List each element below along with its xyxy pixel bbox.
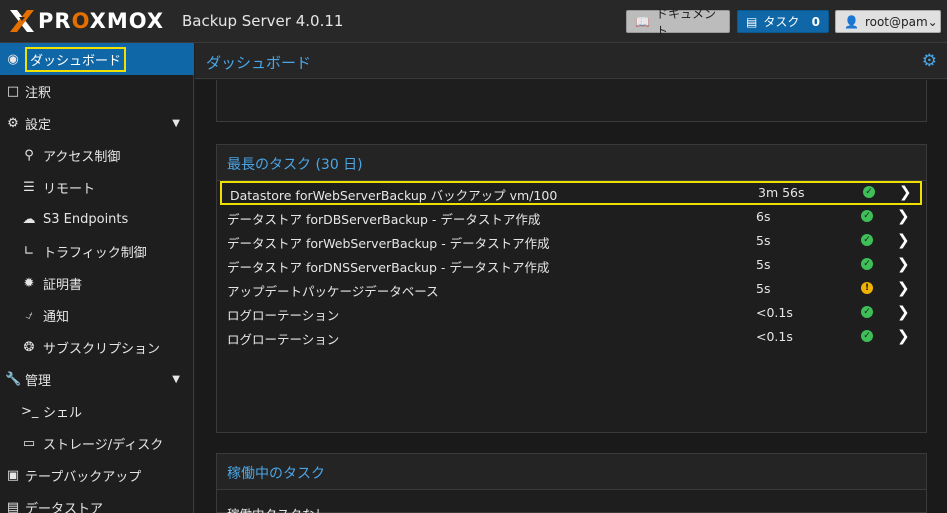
user-icon: 👤: [844, 14, 859, 29]
task-name: データストア forDBServerBackup - データストア作成: [227, 212, 541, 227]
chevron-right-icon[interactable]: ❯: [897, 255, 910, 273]
task-duration: 5s: [756, 257, 771, 272]
top-bar: PROXMOX Backup Server 4.0.11 📖 ドキュメント ▤ …: [0, 0, 947, 43]
cloud-upload-icon: ☁: [22, 211, 36, 227]
check-circle-icon: ✓: [861, 258, 873, 270]
task-duration: <0.1s: [756, 305, 793, 320]
empty-message: 稼働中タスクなし: [227, 504, 327, 513]
server-icon: ☰: [23, 179, 35, 195]
tasks-count-badge: 0: [811, 14, 820, 29]
sidebar-item-access-control[interactable]: ⚲ アクセス制御: [0, 139, 194, 171]
sidebar-item-shell[interactable]: >_ シェル: [0, 395, 194, 427]
tasks-button[interactable]: ▤ タスク 0: [737, 10, 829, 33]
task-duration: <0.1s: [756, 329, 793, 344]
cogs-icon: ⚙: [7, 115, 19, 131]
documentation-button[interactable]: 📖 ドキュメント: [626, 7, 730, 38]
caret-down-icon[interactable]: ▼: [172, 118, 180, 129]
panel-header: 最長のタスク (30 日): [217, 145, 926, 181]
gear-icon[interactable]: ⚙: [922, 51, 937, 71]
wrench-icon: 🔧: [5, 371, 22, 387]
task-row[interactable]: ログローテーション <0.1s ✓ ❯: [217, 325, 926, 349]
certificate-icon: ✹: [23, 275, 35, 291]
task-row[interactable]: Datastore forWebServerBackup バックアップ vm/1…: [220, 181, 922, 205]
panel-title: 稼働中のタスク: [227, 466, 325, 482]
longest-tasks-panel: 最長のタスク (30 日) Datastore forWebServerBack…: [216, 144, 927, 433]
caret-down-icon[interactable]: ▼: [172, 374, 180, 385]
check-circle-icon: ✓: [861, 306, 873, 318]
chart-icon: ∟: [23, 243, 35, 259]
support-icon: ❂: [23, 339, 35, 355]
product-version: Backup Server 4.0.11: [182, 12, 344, 30]
tape-icon: ▣: [6, 467, 20, 483]
panel-header: 稼働中のタスク: [217, 454, 926, 490]
sidebar-item-notifications[interactable]: ⍻ 通知: [0, 299, 194, 331]
hdd-icon: ▭: [22, 435, 36, 451]
task-duration: 5s: [756, 233, 771, 248]
task-row[interactable]: ログローテーション <0.1s ✓ ❯: [217, 301, 926, 325]
warning-circle-icon: !: [861, 282, 873, 294]
sidebar-item-remotes[interactable]: ☰ リモート: [0, 171, 194, 203]
dashboard-icon: ◉: [7, 51, 19, 67]
chevron-down-icon: ⌄: [927, 14, 938, 29]
check-circle-icon: ✓: [861, 210, 873, 222]
task-name: ログローテーション: [227, 308, 340, 323]
terminal-icon: >_: [21, 403, 39, 419]
task-duration: 3m 56s: [758, 185, 805, 200]
user-menu-button[interactable]: 👤 root@pam ⌄: [835, 10, 941, 33]
dashboard-content[interactable]: 最長のタスク (30 日) Datastore forWebServerBack…: [195, 80, 947, 513]
chevron-right-icon[interactable]: ❯: [897, 231, 910, 249]
list-icon: ▤: [746, 14, 758, 29]
proxmox-x-icon: [10, 10, 34, 32]
running-tasks-panel: 稼働中のタスク 稼働中タスクなし: [216, 453, 927, 513]
check-circle-icon: ✓: [863, 186, 875, 198]
check-circle-icon: ✓: [861, 234, 873, 246]
task-name: アップデートパッケージデータベース: [227, 284, 439, 299]
sidebar: ◉ ダッシュボード □ 注釈 ⚙ 設定 ▼ ⚲ アクセス制御 ☰ リモート ☁ …: [0, 43, 194, 513]
sidebar-item-datastore[interactable]: ▤ データストア: [0, 491, 194, 513]
main-header: ダッシュボード ⚙: [195, 43, 947, 79]
task-name: ログローテーション: [227, 332, 340, 347]
task-row[interactable]: データストア forDBServerBackup - データストア作成 6s ✓…: [217, 205, 926, 229]
database-icon: ▤: [6, 499, 20, 513]
proxmox-logo[interactable]: PROXMOX: [8, 9, 164, 33]
task-row[interactable]: アップデートパッケージデータベース 5s ! ❯: [217, 277, 926, 301]
chevron-right-icon[interactable]: ❯: [897, 207, 910, 225]
sidebar-item-administration[interactable]: 🔧 管理 ▼: [0, 363, 194, 395]
sidebar-item-s3-endpoints[interactable]: ☁ S3 Endpoints: [0, 203, 194, 235]
task-duration: 5s: [756, 281, 771, 296]
task-row[interactable]: データストア forDNSServerBackup - データストア作成 5s …: [217, 253, 926, 277]
sidebar-item-certificates[interactable]: ✹ 証明書: [0, 267, 194, 299]
bell-icon: ⍻: [25, 307, 33, 323]
sidebar-item-dashboard[interactable]: ◉ ダッシュボード: [0, 43, 194, 75]
key-icon: ⚲: [24, 147, 34, 163]
page-title: ダッシュボード: [206, 54, 312, 72]
task-duration: 6s: [756, 209, 771, 224]
sidebar-item-subscription[interactable]: ❂ サブスクリプション: [0, 331, 194, 363]
chevron-right-icon[interactable]: ❯: [897, 303, 910, 321]
sidebar-item-traffic-control[interactable]: ∟ トラフィック制御: [0, 235, 194, 267]
task-name: データストア forWebServerBackup - データストア作成: [227, 236, 550, 251]
book-icon: 📖: [635, 14, 650, 29]
chevron-right-icon[interactable]: ❯: [899, 183, 912, 201]
note-icon: □: [6, 83, 20, 99]
logo-wordmark: PROXMOX: [38, 9, 165, 33]
previous-panel: [216, 80, 927, 122]
task-row[interactable]: データストア forWebServerBackup - データストア作成 5s …: [217, 229, 926, 253]
sidebar-item-storage-disks[interactable]: ▭ ストレージ/ディスク: [0, 427, 194, 459]
chevron-right-icon[interactable]: ❯: [897, 327, 910, 345]
task-name: Datastore forWebServerBackup バックアップ vm/1…: [230, 188, 558, 203]
sidebar-item-notes[interactable]: □ 注釈: [0, 75, 194, 107]
check-circle-icon: ✓: [861, 330, 873, 342]
sidebar-item-configuration[interactable]: ⚙ 設定 ▼: [0, 107, 194, 139]
panel-title: 最長のタスク (30 日): [227, 157, 363, 173]
sidebar-item-tape-backup[interactable]: ▣ テープバックアップ: [0, 459, 194, 491]
task-name: データストア forDNSServerBackup - データストア作成: [227, 260, 550, 275]
chevron-right-icon[interactable]: ❯: [897, 279, 910, 297]
